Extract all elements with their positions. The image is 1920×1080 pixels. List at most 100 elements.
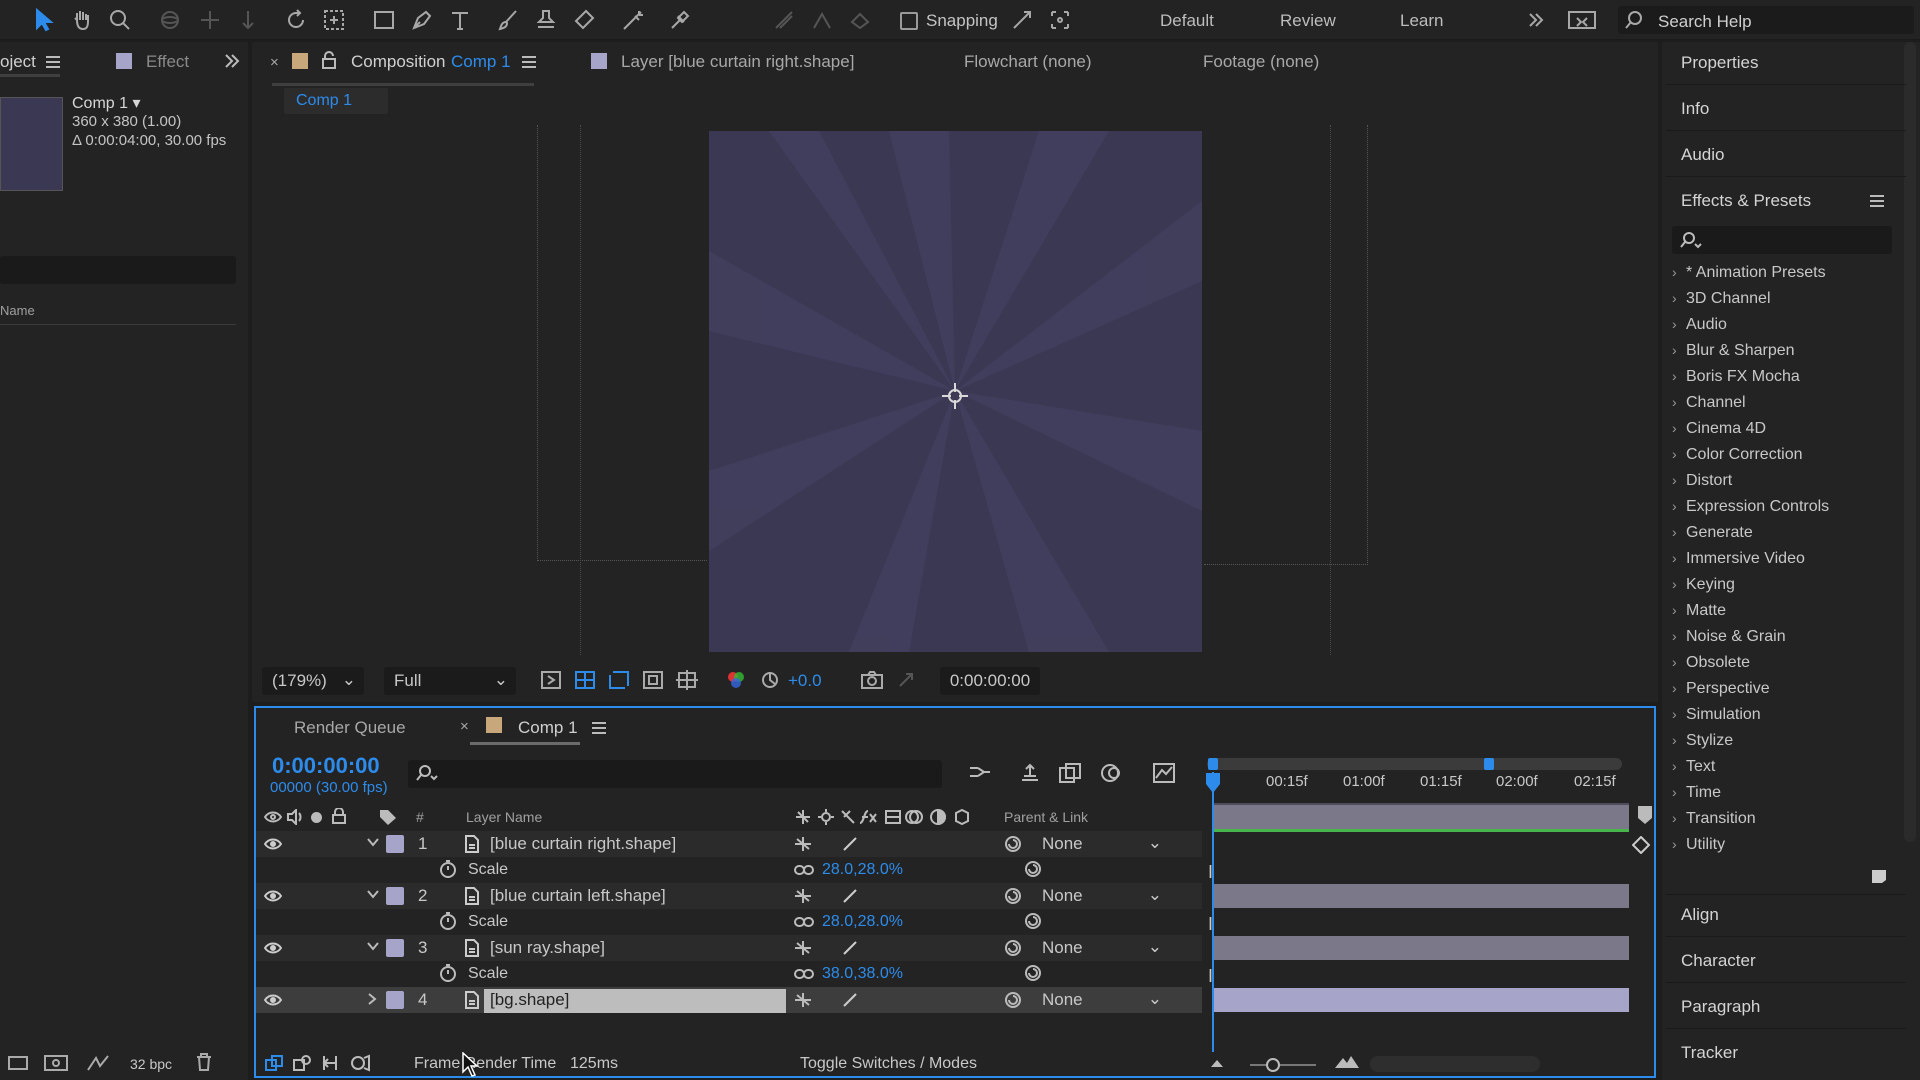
pickwhip-icon[interactable]	[1004, 887, 1022, 905]
reset-exposure-icon[interactable]	[760, 670, 780, 690]
tab-footage[interactable]: Footage (none)	[1203, 52, 1319, 72]
shy-switch-icon[interactable]	[794, 836, 812, 852]
brush-tool-icon[interactable]	[492, 4, 524, 36]
tab-render-queue[interactable]: Render Queue	[294, 718, 406, 738]
timeline-current-time[interactable]: 0:00:00:00	[272, 753, 380, 779]
stopwatch-icon[interactable]	[439, 912, 457, 930]
effects-category-item[interactable]: › Channel	[1672, 394, 1746, 412]
distribute-tool-icon[interactable]	[806, 4, 838, 36]
stopwatch-icon[interactable]	[439, 964, 457, 982]
eye-icon[interactable]	[264, 838, 282, 850]
effects-category-item[interactable]: › Distort	[1672, 472, 1732, 490]
effects-category-item[interactable]: › Obsolete	[1672, 654, 1750, 672]
effects-category-item[interactable]: › Noise & Grain	[1672, 628, 1786, 646]
comp-breadcrumb[interactable]: Comp 1	[296, 92, 352, 110]
stopwatch-icon[interactable]	[439, 860, 457, 878]
effects-category-item[interactable]: › Boris FX Mocha	[1672, 368, 1800, 386]
work-area-start-handle[interactable]	[1208, 758, 1218, 770]
effects-category-item[interactable]: › Utility	[1672, 836, 1725, 854]
tab-composition[interactable]: Composition	[351, 52, 446, 72]
magnification-dropdown[interactable]: (179%) ⌄	[262, 667, 364, 695]
anchor-point-tool-icon[interactable]	[318, 4, 350, 36]
region-of-interest-icon[interactable]	[608, 670, 630, 690]
viewer-menu-icon[interactable]	[522, 56, 536, 68]
exposure-value[interactable]: +0.0	[788, 671, 822, 691]
layer-label-swatch[interactable]	[386, 991, 404, 1009]
effects-category-item[interactable]: › * Animation Presets	[1672, 264, 1826, 282]
layer-bar-4[interactable]	[1213, 988, 1629, 1012]
effects-category-item[interactable]: › Transition	[1672, 810, 1756, 828]
delete-trash-icon[interactable]	[196, 1053, 212, 1071]
column-layer-name-header[interactable]: Layer Name	[466, 809, 542, 825]
effects-search-input[interactable]	[1672, 226, 1892, 254]
new-comp-icon[interactable]	[86, 1054, 110, 1072]
project-comp-name[interactable]: Comp 1 ▾	[72, 93, 141, 113]
effects-category-item[interactable]: › Matte	[1672, 602, 1726, 620]
layer-label-swatch[interactable]	[386, 887, 404, 905]
selection-tool-icon[interactable]	[28, 4, 60, 36]
new-folder-icon[interactable]	[44, 1054, 68, 1072]
pickwhip-icon[interactable]	[1004, 991, 1022, 1009]
timeline-zoom-slider-handle[interactable]	[1266, 1058, 1280, 1072]
timeline-horizontal-scrollbar[interactable]	[1370, 1056, 1540, 1072]
motion-blur-icon[interactable]	[1098, 762, 1122, 784]
parent-dropdown[interactable]: None ⌄	[1036, 989, 1168, 1011]
constrain-proportions-icon[interactable]	[794, 916, 814, 928]
tab-flowchart[interactable]: Flowchart (none)	[964, 52, 1092, 72]
snap-features-icon[interactable]	[1044, 4, 1076, 36]
rectangle-tool-icon[interactable]	[368, 4, 400, 36]
effects-category-item[interactable]: › Blur & Sharpen	[1672, 342, 1795, 360]
layer-name[interactable]: [blue curtain left.shape]	[490, 886, 666, 906]
snap-edges-icon[interactable]	[1006, 4, 1038, 36]
puppet-pin-tool-icon[interactable]	[664, 4, 696, 36]
effects-category-item[interactable]: › Simulation	[1672, 706, 1761, 724]
type-tool-icon[interactable]	[444, 4, 476, 36]
close-tab-icon[interactable]: ×	[270, 54, 279, 71]
layer-name[interactable]: [blue curtain right.shape]	[490, 834, 676, 854]
timeline-menu-icon[interactable]	[592, 722, 606, 734]
chevron-down-icon[interactable]	[366, 836, 380, 848]
close-tab-icon[interactable]: ×	[460, 718, 469, 735]
eraser-tool-icon[interactable]	[568, 4, 600, 36]
quality-switch-icon[interactable]	[842, 992, 858, 1008]
viewer-current-time[interactable]: 0:00:00:00	[940, 667, 1040, 695]
quality-switch-icon[interactable]	[842, 940, 858, 956]
pan-camera-tool-icon[interactable]	[194, 4, 226, 36]
parent-dropdown[interactable]: None ⌄	[1036, 885, 1168, 907]
mask-visibility-icon[interactable]	[642, 670, 664, 690]
comp-mini-flowchart-icon[interactable]	[968, 762, 992, 784]
project-search-input[interactable]	[0, 256, 236, 284]
workspace-default[interactable]: Default	[1160, 11, 1214, 31]
panel-info[interactable]: Info	[1681, 99, 1709, 119]
project-bit-depth[interactable]: 32 bpc	[130, 1056, 172, 1072]
eye-icon[interactable]	[264, 942, 282, 954]
tab-project[interactable]: oject	[0, 52, 36, 72]
parent-dropdown[interactable]: None ⌄	[1036, 833, 1168, 855]
effects-category-item[interactable]: › Time	[1672, 784, 1721, 802]
eye-icon[interactable]	[264, 890, 282, 902]
comp-marker-bin-icon[interactable]	[1636, 804, 1654, 826]
effects-category-item[interactable]: › Text	[1672, 758, 1715, 776]
right-panel-scrollbar[interactable]	[1904, 42, 1916, 842]
scale-value[interactable]: 38.0,38.0%	[822, 965, 903, 983]
current-time-indicator[interactable]	[1212, 772, 1214, 1052]
layer-panel-icon[interactable]	[292, 1054, 312, 1072]
expand-panels-icon[interactable]	[224, 54, 240, 68]
workspace-review[interactable]: Review	[1280, 11, 1336, 31]
lock-icon[interactable]	[322, 51, 336, 69]
effects-category-item[interactable]: › Audio	[1672, 316, 1727, 334]
layer-bar-2[interactable]	[1213, 884, 1629, 908]
transparency-grid-icon[interactable]	[574, 670, 596, 690]
work-area-bar[interactable]	[1207, 758, 1622, 770]
lock-header-icon[interactable]	[332, 808, 346, 824]
effects-category-item[interactable]: › Color Correction	[1672, 446, 1802, 464]
effects-category-item[interactable]: › Stylize	[1672, 732, 1733, 750]
new-preset-icon[interactable]	[1870, 866, 1890, 884]
workspace-layout-icon[interactable]	[1566, 4, 1598, 36]
constrain-proportions-icon[interactable]	[794, 864, 814, 876]
label-tag-header-icon[interactable]	[378, 808, 398, 826]
playhead-handle[interactable]	[1205, 772, 1221, 794]
layer-name[interactable]: [bg.shape]	[490, 990, 569, 1010]
snapping-checkbox[interactable]	[900, 12, 918, 30]
column-parent-link-header[interactable]: Parent & Link	[1004, 809, 1088, 825]
